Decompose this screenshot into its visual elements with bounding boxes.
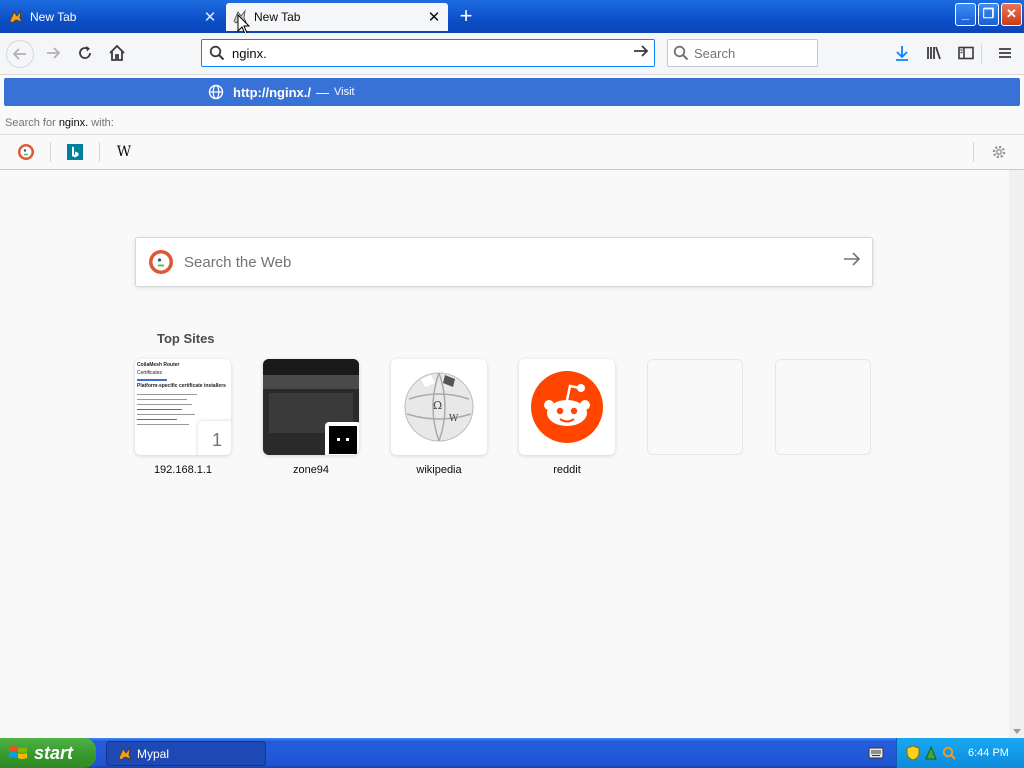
forward-button[interactable]: [40, 40, 66, 66]
new-tab-button[interactable]: +: [455, 5, 477, 27]
top-site-tile-empty[interactable]: [775, 359, 871, 455]
start-label: start: [34, 742, 74, 763]
start-button[interactable]: start: [0, 738, 96, 768]
gear-icon: [992, 145, 1006, 159]
maximize-button[interactable]: ❐: [978, 3, 999, 26]
taskbar-item-mypal[interactable]: Mypal: [106, 741, 266, 766]
zone94-favicon-icon: [329, 426, 357, 454]
close-window-button[interactable]: ✕: [1001, 3, 1022, 26]
router-thumb-line: Platform-specific certificate installers: [137, 383, 226, 389]
search-for-term: nginx.: [58, 116, 89, 129]
top-site-tile-wikipedia[interactable]: Ω W: [391, 359, 487, 455]
keyboard-icon[interactable]: [868, 746, 884, 760]
tab-new-tab-1[interactable]: New Tab ✕: [2, 3, 224, 31]
mypal-app-icon: [117, 746, 133, 762]
wikipedia-globe-icon: Ω W: [401, 369, 477, 448]
url-bar[interactable]: nginx.: [201, 39, 655, 67]
search-for-suffix: with:: [88, 116, 114, 129]
duckduckgo-engine-button[interactable]: [13, 139, 39, 165]
bing-engine-button[interactable]: [62, 139, 88, 165]
bing-icon: [67, 144, 83, 160]
search-tray-icon[interactable]: [942, 746, 956, 760]
reddit-logo-icon: [531, 371, 603, 446]
svg-text:W: W: [449, 414, 459, 424]
top-site-tile-zone94[interactable]: [263, 359, 359, 455]
arrow-right-icon: [844, 252, 861, 266]
router-thumbnail: CoilaMesh Router Certificates Platform-s…: [137, 362, 227, 425]
duckduckgo-icon: [18, 144, 34, 160]
top-site-tile-empty[interactable]: [647, 359, 743, 455]
top-site-label: 192.168.1.1: [153, 464, 213, 476]
system-tray: 6:44 PM: [896, 738, 1024, 768]
network-icon[interactable]: [924, 745, 938, 761]
router-thumb-line: Certificates: [137, 370, 163, 376]
security-shield-icon[interactable]: [906, 745, 920, 761]
tab-title: New Tab: [254, 10, 301, 24]
autocomplete-url: http://nginx./: [233, 84, 311, 100]
engine-divider: [99, 142, 100, 162]
search-icon: [202, 45, 232, 61]
library-button[interactable]: [921, 40, 947, 66]
web-search-submit-button[interactable]: [832, 250, 872, 274]
web-search-box[interactable]: Search the Web: [135, 237, 873, 287]
mypal-favicon-icon: [8, 9, 24, 25]
router-thumb-title: CoilaMesh Router: [137, 362, 180, 368]
scroll-down-icon[interactable]: [1013, 729, 1021, 734]
downloads-button[interactable]: [889, 40, 915, 66]
search-icon: [668, 45, 694, 61]
top-site-label: reddit: [553, 464, 581, 476]
autocomplete-action: Visit: [333, 86, 355, 98]
back-arrow-icon: [12, 48, 26, 60]
tab-title: New Tab: [30, 10, 77, 24]
duckduckgo-icon: [148, 249, 174, 275]
engine-divider: [973, 142, 974, 162]
home-button[interactable]: [104, 40, 130, 66]
go-arrow-button[interactable]: [628, 43, 654, 64]
wikipedia-engine-button[interactable]: W: [111, 139, 137, 165]
hamburger-menu-icon: [999, 48, 1011, 58]
svg-text:Ω: Ω: [433, 399, 442, 412]
autocomplete-dash: —: [315, 84, 329, 100]
top-sites-heading: Top Sites: [157, 331, 215, 346]
reload-button[interactable]: [72, 40, 98, 66]
toolbar-divider: [981, 44, 982, 64]
search-for-prefix: Search for: [5, 116, 59, 129]
menu-button[interactable]: [992, 40, 1018, 66]
web-search-input[interactable]: Search the Web: [184, 254, 832, 271]
search-engine-row: W: [0, 135, 1024, 171]
top-site-tile-reddit[interactable]: [519, 359, 615, 455]
clock: 6:44 PM: [968, 747, 1009, 759]
top-site-tile-router[interactable]: CoilaMesh Router Certificates Platform-s…: [135, 359, 231, 455]
vertical-scrollbar[interactable]: [1009, 170, 1024, 738]
library-icon: [927, 46, 941, 60]
home-icon: [109, 44, 125, 61]
download-icon: [896, 46, 908, 61]
back-button[interactable]: [6, 40, 34, 68]
reload-icon: [79, 46, 91, 59]
sidebar-button[interactable]: [953, 40, 979, 66]
tab-close-icon[interactable]: ✕: [200, 8, 220, 26]
top-site-label: zone94: [292, 464, 330, 476]
search-bar[interactable]: Search: [667, 39, 818, 67]
autocomplete-visit-row[interactable]: http://nginx./ — Visit: [4, 78, 1020, 106]
search-for-label: Search for nginx. with:: [0, 111, 1024, 135]
url-input[interactable]: nginx.: [232, 46, 628, 61]
search-input[interactable]: Search: [694, 46, 735, 61]
windows-logo-icon: [8, 744, 28, 762]
go-arrow-icon: [634, 44, 649, 57]
tab-close-icon[interactable]: ✕: [424, 8, 444, 26]
globe-icon: [208, 84, 226, 100]
tab-new-tab-2[interactable]: New Tab ✕: [226, 3, 448, 31]
forward-arrow-icon: [47, 47, 61, 59]
minimize-button[interactable]: _: [955, 3, 976, 26]
top-site-label: wikipedia: [416, 464, 462, 476]
engine-divider: [50, 142, 51, 162]
search-settings-button[interactable]: [986, 139, 1012, 165]
taskbar-item-label: Mypal: [137, 746, 170, 761]
tile-badge: 1: [198, 421, 231, 455]
sidebar-icon: [958, 46, 974, 60]
